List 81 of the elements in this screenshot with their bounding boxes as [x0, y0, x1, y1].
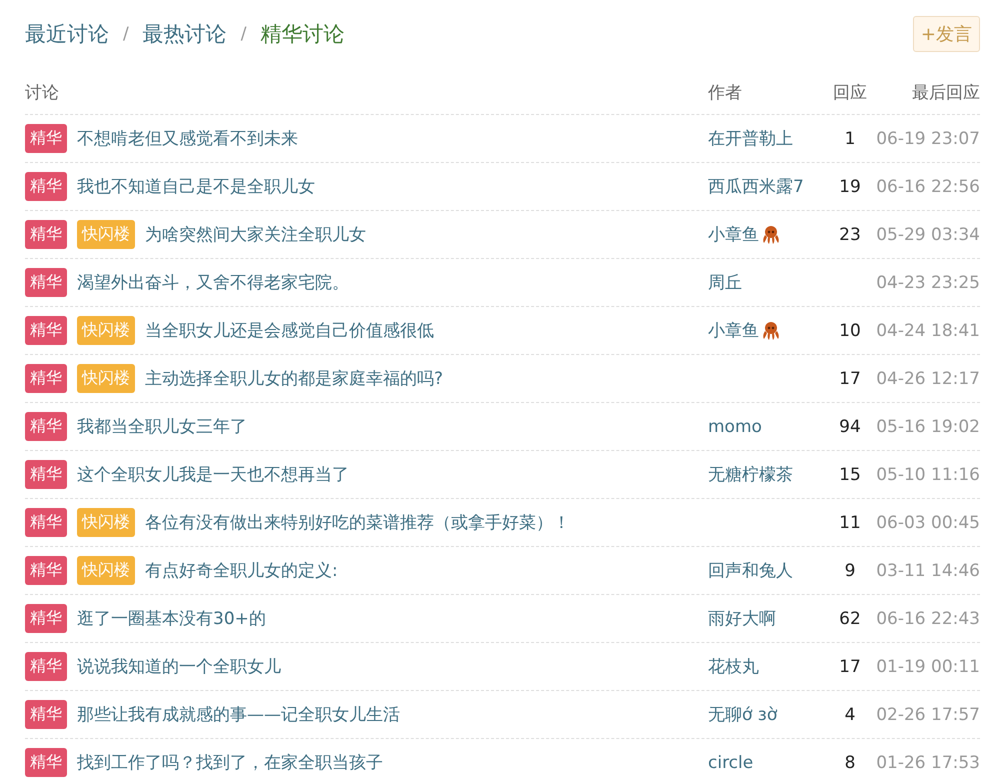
column-header: 作者 — [708, 82, 743, 104]
topic-tag: 精华 — [25, 316, 67, 345]
last-reply-time: 04-23 23:25 — [876, 272, 980, 292]
topic-tag: 精华 — [25, 172, 67, 201]
last-reply-time: 01-19 00:11 — [876, 656, 980, 676]
topic-link[interactable]: 我也不知道自己是不是全职儿女 — [77, 175, 315, 198]
topic-tag: 快闪楼 — [77, 508, 135, 537]
last-reply-time: 02-26 17:57 — [876, 704, 980, 724]
last-reply-time: 05-10 11:16 — [876, 464, 980, 484]
last-reply-time: 06-19 23:07 — [876, 128, 980, 148]
column-header: 讨论 — [25, 82, 60, 104]
reply-count: 62 — [839, 608, 861, 628]
nav-tab[interactable]: 最热讨论 — [142, 20, 227, 48]
last-reply-time: 06-03 00:45 — [876, 512, 980, 532]
author-link[interactable]: 小章鱼 — [708, 319, 759, 342]
topic-tag: 精华 — [25, 268, 67, 297]
author-link[interactable]: 在开普勒上 — [708, 127, 793, 150]
topic-link[interactable]: 不想啃老但又感觉看不到未来 — [77, 127, 298, 150]
last-reply-time: 05-16 19:02 — [876, 416, 980, 436]
reply-count: 15 — [839, 464, 861, 484]
topic-tag: 精华 — [25, 124, 67, 153]
author-link[interactable]: 回声和兔人 — [708, 559, 793, 582]
last-reply-time: 06-16 22:56 — [876, 176, 980, 196]
reply-count: 17 — [839, 656, 861, 676]
topic-tag: 精华 — [25, 412, 67, 441]
separator: / — [240, 24, 246, 44]
reply-count: 19 — [839, 176, 861, 196]
author-link[interactable]: 花枝丸 — [708, 655, 759, 678]
topic-tag: 精华 — [25, 700, 67, 729]
topic-tag: 快闪楼 — [77, 316, 135, 345]
column-header: 回应 — [832, 82, 868, 104]
column-header: 最后回应 — [911, 82, 980, 104]
last-reply-time: 03-11 14:46 — [876, 560, 980, 580]
topic-tag: 精华 — [25, 652, 67, 681]
topic-tag: 精华 — [25, 220, 67, 249]
topic-tag: 快闪楼 — [77, 364, 135, 393]
nav-tab[interactable]: 精华讨论 — [260, 20, 344, 48]
topic-link[interactable]: 这个全职女儿我是一天也不想再当了 — [77, 463, 349, 486]
author-link[interactable]: 小章鱼 — [708, 223, 759, 246]
reply-count: 11 — [839, 512, 861, 532]
topic-tag: 精华 — [25, 508, 67, 537]
topic-link[interactable]: 说说我知道的一个全职女儿 — [77, 655, 281, 678]
separator: / — [123, 24, 129, 44]
reply-count: 94 — [839, 416, 861, 436]
topic-link[interactable]: 当全职女儿还是会感觉自己价值感很低 — [145, 319, 434, 342]
author-link[interactable]: 周丘 — [708, 271, 742, 294]
last-reply-time: 01-26 17:53 — [876, 752, 980, 772]
author-link[interactable]: circle — [708, 752, 754, 772]
author-link[interactable]: momo — [708, 416, 762, 436]
last-reply-time: 06-16 22:43 — [876, 608, 980, 628]
last-reply-time: 04-26 12:17 — [876, 368, 980, 388]
author-link[interactable]: 无聊ớ ɜờ — [708, 703, 778, 726]
reply-count: 1 — [844, 128, 856, 148]
topic-tag: 精华 — [25, 748, 67, 777]
topic-link[interactable]: 找到工作了吗？找到了，在家全职当孩子 — [77, 751, 383, 774]
reply-count: 8 — [844, 752, 856, 772]
topic-link[interactable]: 逛了一圈基本没有30+的 — [77, 607, 266, 630]
reply-count: 23 — [839, 224, 861, 244]
topic-link[interactable]: 那些让我有成就感的事——记全职女儿生活 — [77, 703, 400, 726]
topic-link[interactable]: 我都当全职儿女三年了 — [77, 415, 247, 438]
author-link[interactable]: 雨好大啊 — [708, 607, 776, 630]
reply-count: 17 — [839, 368, 861, 388]
topic-tag: 快闪楼 — [77, 556, 135, 585]
reply-count: 4 — [844, 704, 856, 724]
topic-tag: 快闪楼 — [77, 220, 135, 249]
topic-tag: 精华 — [25, 364, 67, 393]
last-reply-time: 05-29 03:34 — [876, 224, 980, 244]
reply-count: 10 — [839, 320, 861, 340]
topic-tag: 精华 — [25, 556, 67, 585]
topic-tag: 精华 — [25, 460, 67, 489]
nav-tab[interactable]: 最近讨论 — [25, 20, 109, 48]
reply-count: 9 — [844, 560, 856, 580]
author-link[interactable]: 西瓜西米露7 — [708, 175, 804, 198]
topic-link[interactable]: 主动选择全职儿女的都是家庭幸福的吗? — [145, 367, 444, 390]
author-link[interactable]: 无糖柠檬茶 — [708, 463, 793, 486]
topic-link[interactable]: 渴望外出奋斗，又舍不得老家宅院。 — [77, 271, 349, 294]
last-reply-time: 04-24 18:41 — [876, 320, 980, 340]
topic-link[interactable]: 为啥突然间大家关注全职儿女 — [145, 223, 366, 246]
topic-tag: 精华 — [25, 604, 67, 633]
topic-link[interactable]: 有点好奇全职儿女的定义: — [145, 559, 338, 582]
topic-link[interactable]: 各位有没有做出来特别好吃的菜谱推荐（或拿手好菜）！ — [145, 511, 570, 534]
